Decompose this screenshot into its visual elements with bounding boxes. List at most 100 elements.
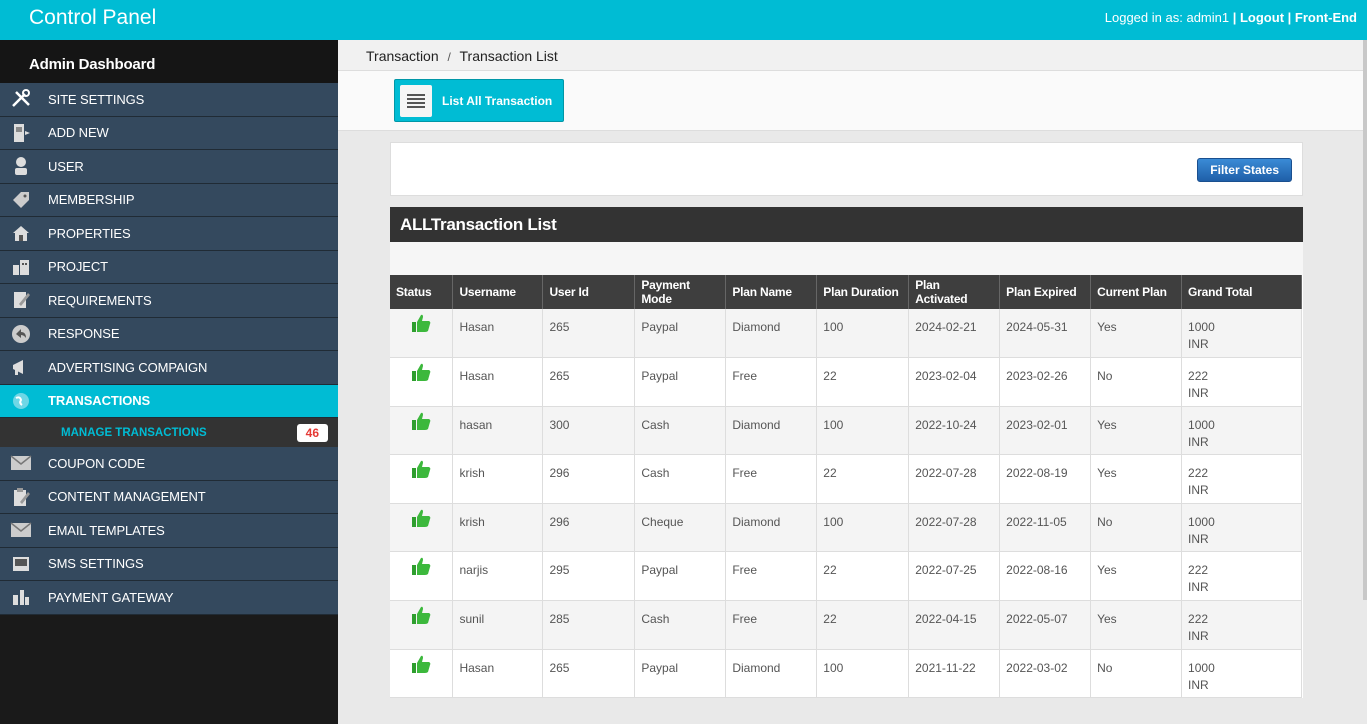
brand-title: Control Panel: [29, 6, 157, 29]
table-cell-payment-mode: Paypal: [634, 551, 727, 601]
column-header-username[interactable]: Username: [452, 275, 544, 309]
status-cell: [390, 600, 454, 650]
sidebar-item-user[interactable]: USER: [0, 150, 338, 184]
sidebar-item-requirements[interactable]: REQUIREMENTS: [0, 284, 338, 318]
sidebar-item-advertising-compaign[interactable]: ADVERTISING COMPAIGN: [0, 351, 338, 385]
table-cell-plan-duration: 100: [816, 503, 910, 552]
status-cell: [390, 503, 454, 552]
sidebar-item-project[interactable]: PROJECT: [0, 250, 338, 284]
status-cell: [390, 551, 454, 601]
thumbs-up-icon[interactable]: [411, 363, 431, 385]
table-cell-user-id: 265: [542, 309, 636, 358]
breadcrumb-current: Transaction List: [459, 48, 558, 64]
sidebar-item-add-new[interactable]: ADD NEW: [0, 116, 338, 150]
column-header-plan-name[interactable]: Plan Name: [725, 275, 818, 309]
column-header-grand-total[interactable]: Grand Total: [1181, 275, 1302, 309]
table-cell-username: narjis: [452, 551, 544, 601]
sidebar-item-label: COUPON CODE: [48, 455, 146, 471]
sidebar-item-label: EMAIL TEMPLATES: [48, 522, 165, 538]
phone-icon: [10, 554, 32, 574]
submenu-manage-transactions[interactable]: MANAGE TRANSACTIONS 46: [0, 418, 338, 447]
table-cell-plan-duration: 100: [816, 649, 910, 698]
page-scrollbar[interactable]: [1363, 40, 1367, 600]
table-cell-payment-mode: Paypal: [634, 309, 727, 358]
table-row: Hasan 265 Paypal Diamond 100 2024-02-21 2024-0…: [390, 309, 1302, 358]
column-header-plan-activated[interactable]: Plan Activated: [908, 275, 1001, 309]
sidebar-item-properties[interactable]: PROPERTIES: [0, 217, 338, 251]
table-row: krish 296 Cheque Diamond 100 2022-07-28 2022-1…: [390, 503, 1302, 552]
grand-total-currency: INR: [1188, 531, 1209, 546]
thumbs-up-icon[interactable]: [411, 655, 431, 677]
sidebar-item-transactions[interactable]: TRANSACTIONS: [0, 384, 338, 418]
table-cell-username: sunil: [452, 600, 544, 650]
table-cell-username: Hasan: [452, 357, 544, 407]
table-cell-payment-mode: Paypal: [634, 649, 727, 698]
grand-total-amount: 1000: [1188, 514, 1215, 529]
list-all-transaction-button[interactable]: List All Transaction: [394, 79, 564, 122]
table-cell-user-id: 295: [542, 551, 636, 601]
table-cell-username: Hasan: [452, 309, 544, 358]
column-header-plan-expired[interactable]: Plan Expired: [999, 275, 1092, 309]
grand-total-currency: INR: [1188, 629, 1209, 644]
thumbs-up-icon[interactable]: [411, 314, 431, 336]
table-cell-plan-activated: 2021-11-22: [908, 649, 1001, 698]
table-cell-plan-name: Free: [725, 454, 818, 504]
document-pen-icon: [10, 290, 32, 310]
table-cell-plan-duration: 100: [816, 309, 910, 358]
bank-icon: [10, 587, 32, 607]
table-cell-grand-total: 1000 INR: [1181, 503, 1302, 552]
table-cell-plan-expired: 2023-02-01: [999, 406, 1092, 455]
column-header-current-plan[interactable]: Current Plan: [1090, 275, 1183, 309]
column-header-user-id[interactable]: User Id: [542, 275, 636, 309]
status-cell: [390, 309, 454, 358]
status-cell: [390, 406, 454, 455]
table-cell-current-plan: Yes: [1090, 600, 1183, 650]
table-cell-payment-mode: Paypal: [634, 357, 727, 407]
frontend-link[interactable]: Front-End: [1295, 10, 1357, 25]
thumbs-up-icon[interactable]: [411, 558, 431, 579]
table-header-row: Status Username User Id Payment Mode Plan Na…: [390, 275, 1302, 309]
table-cell-plan-activated: 2022-10-24: [908, 406, 1001, 455]
sidebar-item-response[interactable]: RESPONSE: [0, 317, 338, 351]
thumbs-up-icon[interactable]: [411, 461, 431, 482]
table-cell-plan-activated: 2022-07-28: [908, 503, 1001, 552]
mail-icon: [10, 520, 32, 540]
table-cell-grand-total: 1000 INR: [1181, 406, 1302, 455]
thumbs-up-icon[interactable]: [411, 509, 431, 531]
column-header-plan-duration[interactable]: Plan Duration: [816, 275, 910, 309]
house-icon: [10, 223, 32, 243]
grand-total-amount: 222: [1188, 369, 1209, 384]
reply-icon: [10, 324, 32, 344]
grand-total-currency: INR: [1188, 483, 1209, 498]
sidebar-item-payment-gateway[interactable]: PAYMENT GATEWAY: [0, 581, 338, 615]
table-cell-plan-activated: 2023-02-04: [908, 357, 1001, 407]
column-header-status[interactable]: Status: [390, 275, 454, 309]
breadcrumb-root[interactable]: Transaction: [366, 48, 439, 64]
table-cell-user-id: 265: [542, 649, 636, 698]
logout-link[interactable]: Logout: [1240, 10, 1284, 25]
sidebar-item-label: TRANSACTIONS: [48, 393, 151, 409]
sidebar-item-coupon-code[interactable]: COUPON CODE: [0, 447, 338, 481]
thumbs-up-icon[interactable]: [411, 412, 431, 434]
submenu-label: MANAGE TRANSACTIONS: [61, 426, 207, 439]
tools-icon: [10, 89, 32, 109]
sidebar-item-sms-settings[interactable]: SMS SETTINGS: [0, 547, 338, 581]
list-icon: [400, 84, 432, 117]
thumbs-up-icon[interactable]: [411, 606, 431, 628]
sidebar-item-site-settings[interactable]: SITE SETTINGS: [0, 83, 338, 117]
grand-total-amount: 222: [1188, 563, 1209, 578]
sidebar-item-membership[interactable]: MEMBERSHIP: [0, 183, 338, 217]
table-cell-current-plan: Yes: [1090, 406, 1183, 455]
filter-states-button[interactable]: Filter States: [1197, 158, 1292, 182]
sidebar-item-label: ADVERTISING COMPAIGN: [48, 359, 208, 375]
sidebar-item-label: USER: [48, 158, 84, 174]
table-cell-username: Hasan: [452, 649, 544, 698]
column-header-payment-mode[interactable]: Payment Mode: [634, 275, 727, 309]
sidebar-item-content-management[interactable]: CONTENT MANAGEMENT: [0, 480, 338, 514]
sidebar-item-email-templates[interactable]: EMAIL TEMPLATES: [0, 514, 338, 548]
table-cell-username: hasan: [452, 406, 544, 455]
main-content: Transaction / Transaction List List All …: [338, 40, 1367, 724]
table-cell-plan-expired: 2022-05-07: [999, 600, 1092, 650]
envelope-icon: [10, 453, 32, 473]
transaction-table: Status Username User Id Payment Mode Plan Na…: [390, 275, 1302, 698]
